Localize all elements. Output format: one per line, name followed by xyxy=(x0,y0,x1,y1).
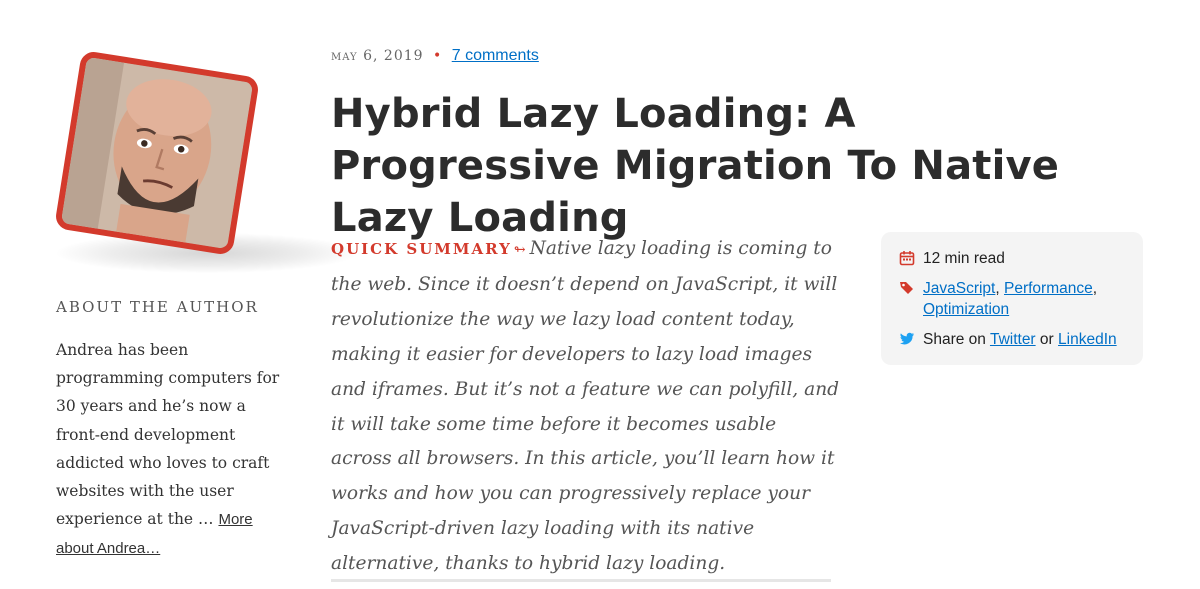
summary-arrow-icon: ↬ xyxy=(513,242,526,258)
read-time: 12 min read xyxy=(923,250,1005,267)
read-time-row: 12 min read xyxy=(899,248,1129,269)
tags-list: JavaScript, Performance, Optimization xyxy=(923,278,1129,320)
summary-label: Quick Summary xyxy=(331,240,512,258)
share-row: Share on Twitter or LinkedIn xyxy=(899,329,1129,350)
section-divider xyxy=(331,579,831,582)
tag-link-optimization[interactable]: Optimization xyxy=(923,301,1009,318)
author-avatar-container xyxy=(54,50,357,273)
article-title: Hybrid Lazy Loading: A Progressive Migra… xyxy=(331,91,1060,241)
tag-link-javascript[interactable]: JavaScript xyxy=(923,280,995,297)
article-date: May 6, 2019 xyxy=(331,48,424,64)
calendar-icon xyxy=(899,251,915,266)
tag-separator: , xyxy=(1092,280,1098,297)
author-photo xyxy=(60,56,254,250)
summary-text: Native lazy loading is coming to the web… xyxy=(331,238,840,575)
meta-separator: • xyxy=(433,48,443,64)
about-author-heading: About The Author xyxy=(56,298,259,316)
twitter-icon xyxy=(900,332,914,345)
tag-icon xyxy=(900,282,913,294)
tag-link-performance[interactable]: Performance xyxy=(1004,280,1093,297)
comments-link[interactable]: 7 comments xyxy=(452,47,539,64)
share-prefix: Share on xyxy=(923,331,986,348)
author-bio-text: Andrea has been programming computers fo… xyxy=(56,341,280,529)
article-summary: Quick Summary ↬ Native lazy loading is com… xyxy=(331,232,841,582)
tags-row: JavaScript, Performance, Optimization xyxy=(899,278,1129,320)
author-avatar[interactable] xyxy=(54,50,260,256)
share-linkedin-link[interactable]: LinkedIn xyxy=(1058,331,1117,348)
tag-separator: , xyxy=(995,280,1000,297)
share-twitter-link[interactable]: Twitter xyxy=(990,331,1036,348)
article-info-box: 12 min read JavaScript, Performance, Opt… xyxy=(881,232,1143,365)
article-meta: May 6, 2019 • 7 comments xyxy=(331,47,539,65)
share-or: or xyxy=(1039,331,1054,348)
share-text: Share on Twitter or LinkedIn xyxy=(923,329,1117,350)
author-bio: Andrea has been programming computers fo… xyxy=(56,336,288,564)
